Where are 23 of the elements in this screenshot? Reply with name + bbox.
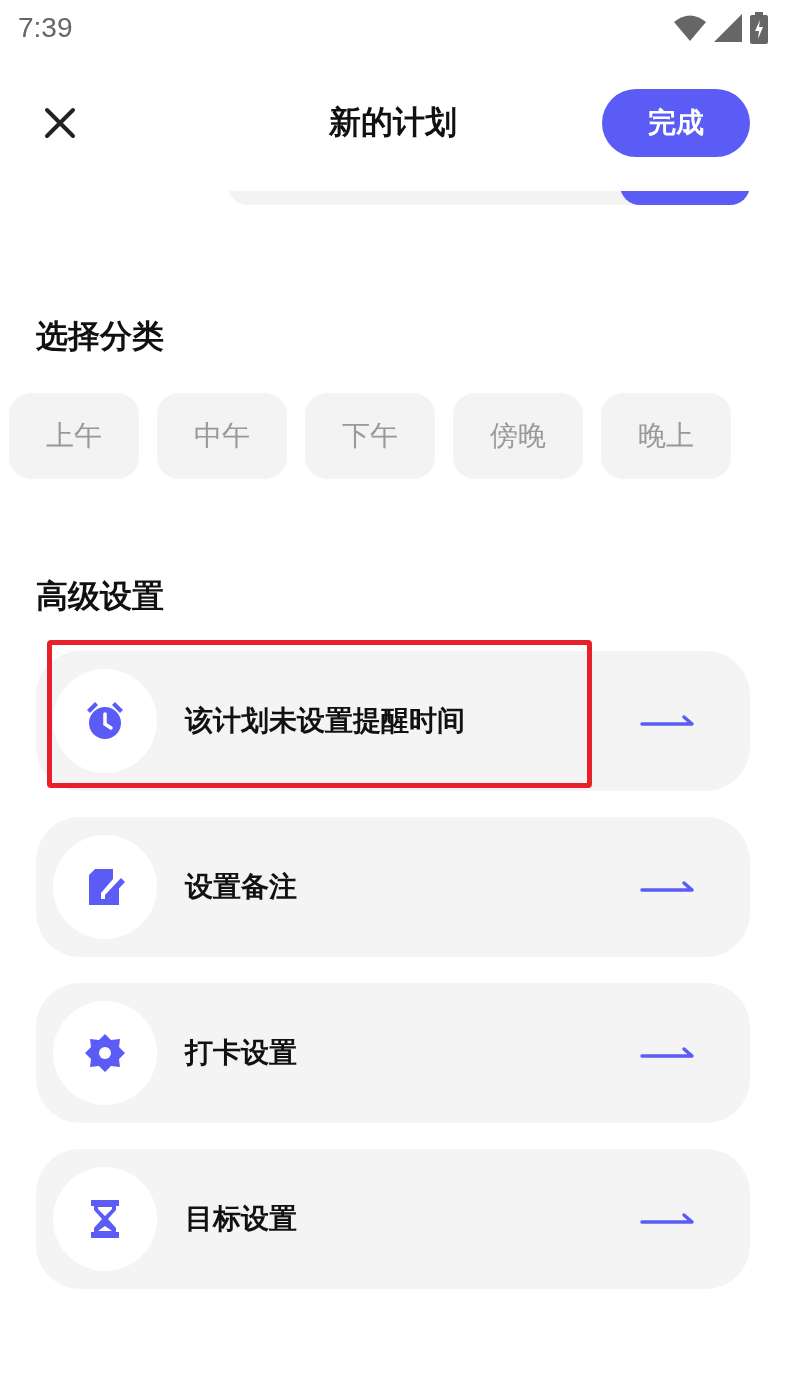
category-chip[interactable]: 晚上 bbox=[601, 393, 731, 479]
battery-icon bbox=[750, 11, 768, 44]
page-title: 新的计划 bbox=[329, 103, 457, 141]
section-heading: 高级设置 bbox=[35, 576, 165, 617]
section-heading: 选择分类 bbox=[35, 316, 165, 357]
settings-row[interactable]: 目标设置 bbox=[36, 1149, 750, 1289]
category-chip[interactable]: 上午 bbox=[9, 393, 139, 479]
wifi-icon bbox=[674, 14, 706, 41]
category-chip[interactable]: 中午 bbox=[157, 393, 287, 479]
signal-icon bbox=[714, 13, 742, 42]
done-button[interactable]: 完成 bbox=[602, 89, 750, 157]
settings-row[interactable]: 该计划未设置提醒时间 bbox=[36, 651, 750, 791]
settings-label: 该计划未设置提醒时间 bbox=[185, 703, 466, 739]
settings-label: 设置备注 bbox=[185, 869, 298, 905]
status-time: 7:39 bbox=[18, 11, 73, 44]
settings-label: 打卡设置 bbox=[185, 1035, 298, 1071]
settings-label: 目标设置 bbox=[185, 1201, 298, 1237]
gear-icon bbox=[83, 1031, 127, 1075]
category-chip[interactable]: 傍晚 bbox=[453, 393, 583, 479]
category-chip[interactable]: 下午 bbox=[305, 393, 435, 479]
close-button[interactable] bbox=[42, 105, 78, 141]
settings-row[interactable]: 打卡设置 bbox=[36, 983, 750, 1123]
settings-row[interactable]: 设置备注 bbox=[36, 817, 750, 957]
